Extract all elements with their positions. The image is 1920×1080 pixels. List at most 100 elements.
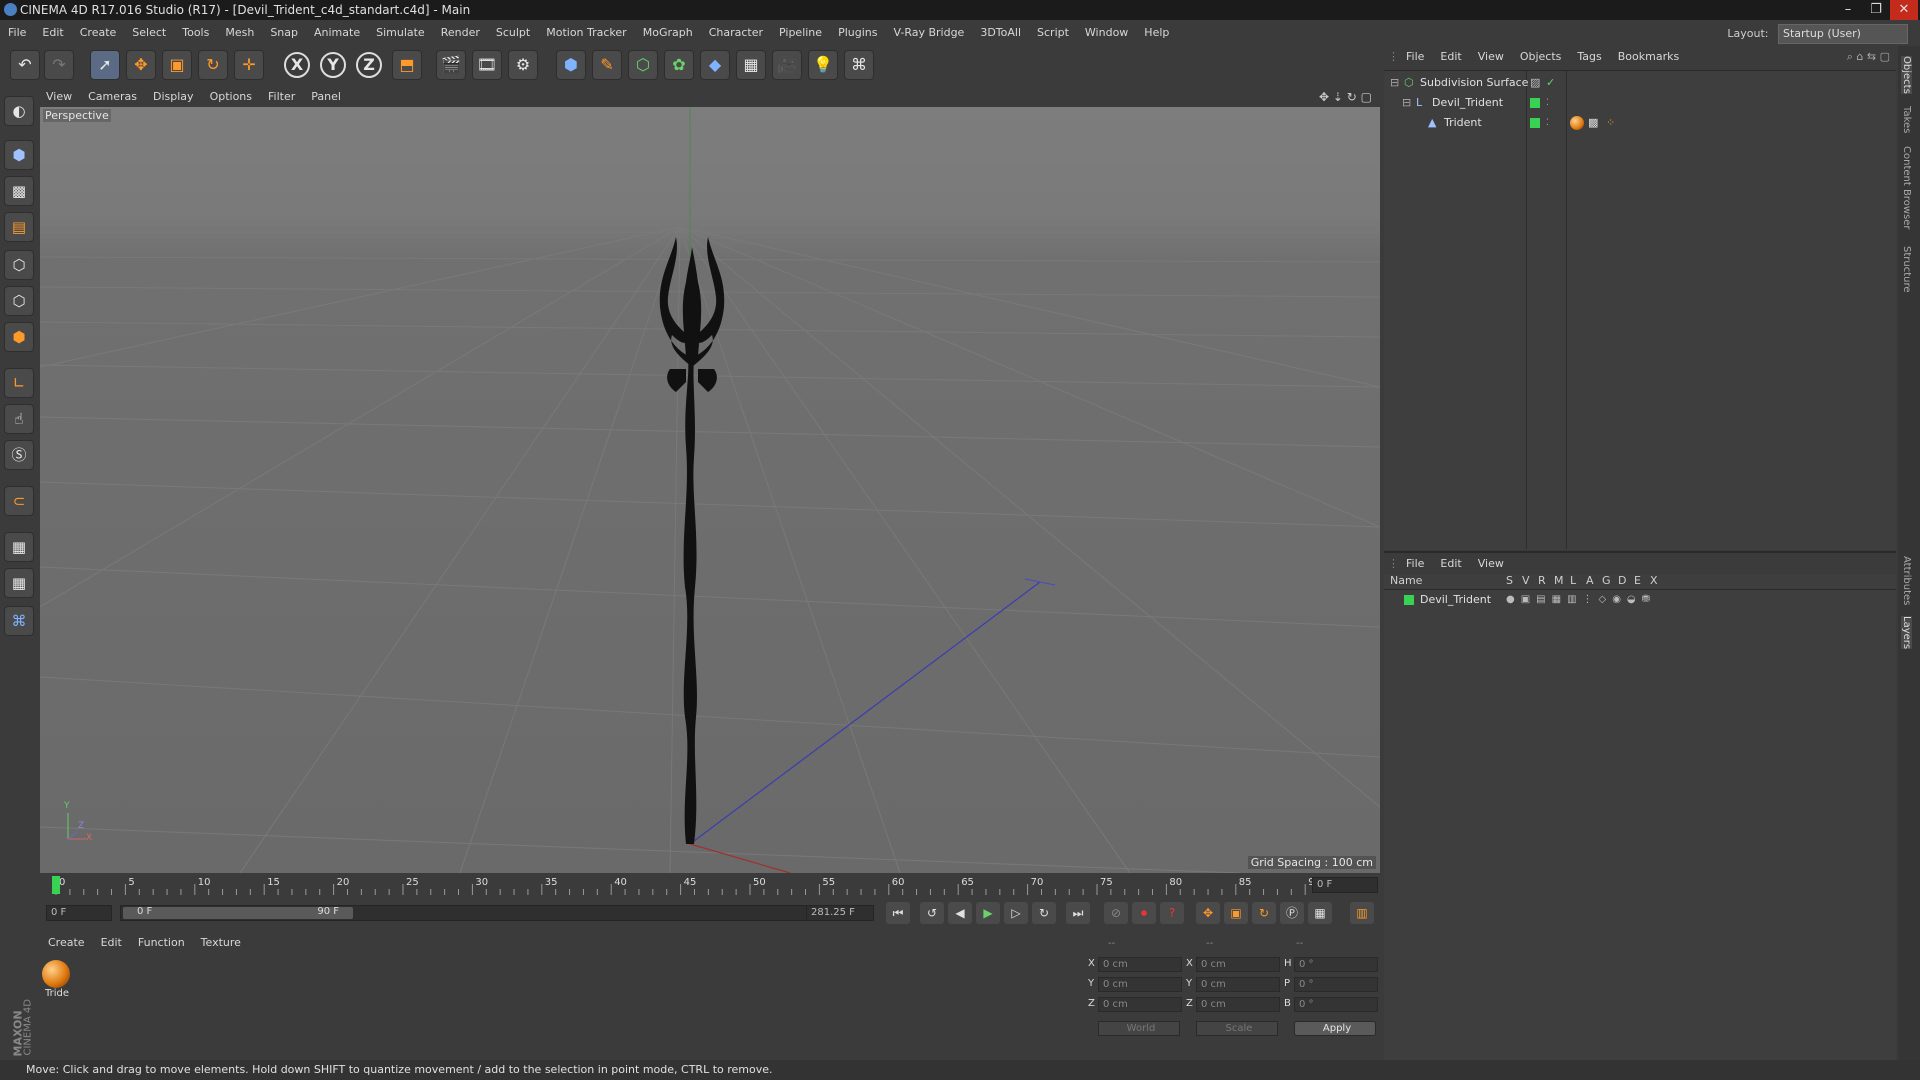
subdivision-surface-icon[interactable]: ⬡ [628,50,658,80]
workplane-align-icon[interactable]: ▦ [4,568,34,598]
play-icon[interactable]: ▶ [976,902,1000,924]
menu-character[interactable]: Character [701,22,771,44]
menu-simulate[interactable]: Simulate [368,22,433,44]
go-to-end-icon[interactable]: ⏭ [1066,902,1090,924]
y-axis-lock-icon[interactable]: Y [320,52,346,78]
object-menu-file[interactable]: File [1398,46,1432,68]
menu-render[interactable]: Render [433,22,488,44]
previous-frame-icon[interactable]: ◀ [948,902,972,924]
layer-menu-edit[interactable]: Edit [1432,553,1469,575]
viewport-menu-display[interactable]: Display [145,88,202,106]
apply-button[interactable]: Apply [1294,1021,1376,1036]
rot-p-field[interactable]: 0 ° [1294,977,1378,992]
coordinate-system-icon[interactable]: ⬒ [392,50,422,80]
object-row-trident[interactable]: ▲ Trident ⁚ ▩ ⁘ [1384,113,1896,133]
uvw-tag-icon[interactable]: ▩ [1588,113,1598,133]
polygons-mode-icon[interactable]: ⬢ [4,322,34,352]
workplane-lock-icon[interactable]: ▦ [4,532,34,562]
key-pla-icon[interactable]: ▦ [1308,902,1332,924]
points-mode-icon[interactable]: ⬡ [4,250,34,280]
render-settings-icon[interactable]: ⚙ [508,50,538,80]
size-y-field[interactable]: 0 cm [1196,977,1280,992]
workplane-mode-icon[interactable]: ▤ [4,212,34,242]
scale-dropdown[interactable]: Scale [1196,1021,1278,1036]
render-picture-viewer-icon[interactable]: 🎞 [472,50,502,80]
menu-edit[interactable]: Edit [34,22,71,44]
material-tag-icon[interactable] [1570,116,1584,130]
enabled-check-icon[interactable]: ✓ [1546,73,1555,93]
layer-menu-file[interactable]: File [1398,553,1432,575]
menu-3dtoall[interactable]: 3DToAll [972,22,1029,44]
sculpt-mode-icon[interactable]: ◐ [4,96,34,126]
layer-color-swatch[interactable] [1404,595,1414,605]
menu-snap[interactable]: Snap [262,22,306,44]
tab-content-browser[interactable]: Content Browser [1901,146,1912,229]
pos-y-field[interactable]: 0 cm [1098,977,1182,992]
frame-range-handle[interactable]: 0 F 90 F [123,906,353,919]
menu-tools[interactable]: Tools [174,22,217,44]
object-menu-objects[interactable]: Objects [1512,46,1570,68]
pos-x-field[interactable]: 0 cm [1098,957,1182,972]
tab-attributes[interactable]: Attributes [1901,556,1912,605]
key-param-icon[interactable]: Ⓟ [1280,902,1304,924]
solo-mode-icon[interactable]: Ⓢ [4,440,34,470]
tab-layers[interactable]: Layers [1901,616,1912,650]
redo-icon[interactable]: ↷ [44,50,74,80]
layer-menu-view[interactable]: View [1470,553,1512,575]
scale-icon[interactable]: ▣ [162,50,192,80]
cloner-icon[interactable]: ✿ [664,50,694,80]
material-menu-edit[interactable]: Edit [93,934,130,952]
menu-select[interactable]: Select [124,22,174,44]
layout-dropdown[interactable]: Startup (User) [1778,24,1908,44]
viewport-menu-options[interactable]: Options [202,88,260,106]
visibility-dots-icon[interactable]: ⁚ [1546,113,1549,133]
viewport-menu-cameras[interactable]: Cameras [80,88,145,106]
world-dropdown[interactable]: World [1098,1021,1180,1036]
object-name[interactable]: Subdivision Surface [1420,73,1528,93]
close-button[interactable]: ✕ [1890,0,1918,20]
move-icon[interactable]: ✥ [126,50,156,80]
texture-mode-icon[interactable]: ▩ [4,176,34,206]
cube-primitive-icon[interactable]: ⬢ [556,50,586,80]
rot-b-field[interactable]: 0 ° [1294,997,1378,1012]
layout-selector[interactable]: Layout: Startup (User) [1727,24,1908,44]
viewport-camera-label[interactable]: Perspective [43,109,111,122]
menu-window[interactable]: Window [1077,22,1136,44]
rotate-icon[interactable]: ↻ [198,50,228,80]
maximize-button[interactable]: ❐ [1862,0,1890,20]
viewport-menu-view[interactable]: View [38,88,80,106]
end-frame-field[interactable]: 281.25 F [806,905,874,921]
menu-mograph[interactable]: MoGraph [635,22,701,44]
collapse-icon[interactable]: ⊟ [1402,93,1411,113]
viewport-menu-panel[interactable]: Panel [303,88,349,106]
size-z-field[interactable]: 0 cm [1196,997,1280,1012]
material-menu-create[interactable]: Create [40,934,93,952]
object-menu-bookmarks[interactable]: Bookmarks [1610,46,1687,68]
current-frame-field[interactable]: 0 F [1312,877,1378,893]
object-row-subdivision[interactable]: ⊟ ⬡ Subdivision Surface ▨ ✓ [1384,73,1896,93]
floor-icon[interactable]: ▦ [736,50,766,80]
object-name[interactable]: Trident [1444,113,1482,133]
material-swatch[interactable]: Tride [42,960,72,1004]
previous-keyframe-icon[interactable]: ↺ [920,902,944,924]
menu-script[interactable]: Script [1029,22,1077,44]
layer-row[interactable]: Devil_Trident ●▣▤▦▥⋮◇◉◒⛃ [1384,590,1896,610]
layer-color-swatch[interactable] [1530,98,1540,108]
trident-model[interactable] [659,237,725,844]
edges-mode-icon[interactable]: ⬡ [4,286,34,316]
menu-vray-bridge[interactable]: V-Ray Bridge [885,22,972,44]
tweak-mode-icon[interactable]: ☝ [4,404,34,434]
camera-icon[interactable]: 🎥 [772,50,802,80]
object-menu-edit[interactable]: Edit [1432,46,1469,68]
next-keyframe-icon[interactable]: ↻ [1032,902,1056,924]
menu-pipeline[interactable]: Pipeline [771,22,830,44]
tab-objects[interactable]: Objects [1901,56,1912,94]
next-frame-icon[interactable]: ▷ [1004,902,1028,924]
frame-range-slider[interactable]: 0 F 90 F [120,905,840,921]
key-scale-icon[interactable]: ▣ [1224,902,1248,924]
timeline-ruler[interactable]: 051015202530354045505560657075808590 0 F [40,874,1380,896]
object-name[interactable]: Devil_Trident [1432,93,1503,113]
menu-sculpt[interactable]: Sculpt [488,22,538,44]
menu-help[interactable]: Help [1136,22,1177,44]
texture-tag-icon[interactable]: ⁘ [1606,113,1615,133]
